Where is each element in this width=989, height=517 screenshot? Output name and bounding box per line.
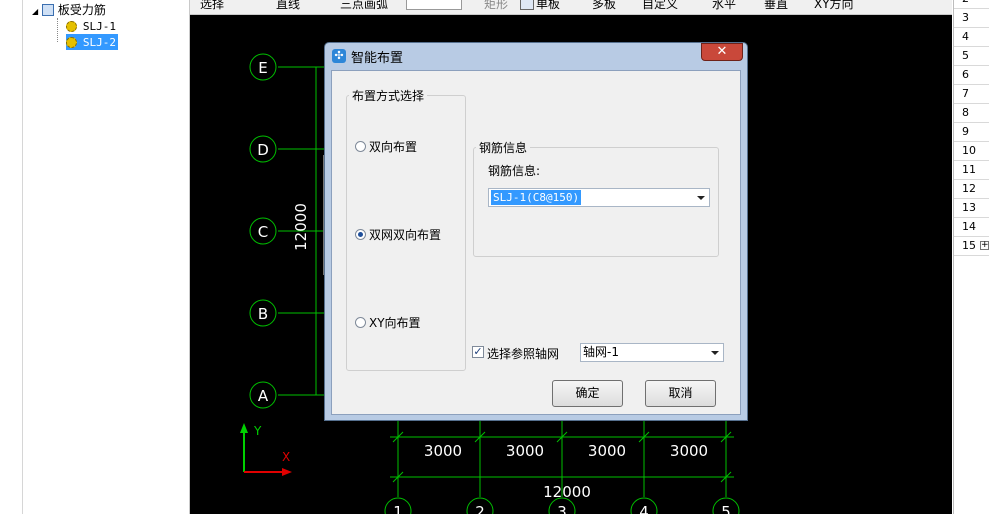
tree-node-root[interactable]: ◢ 板受力筋 xyxy=(32,2,106,18)
ok-button[interactable]: 确定 xyxy=(552,380,623,407)
row-number: 6 xyxy=(954,66,989,85)
axis-label-row: D xyxy=(257,141,269,159)
ref-grid-label[interactable]: 选择参照轴网 xyxy=(487,345,559,362)
axis-label-col: 3 xyxy=(557,503,567,514)
toolbar-line[interactable]: 直线 xyxy=(276,0,300,12)
layout-method-group: 布置方式选择 双向布置 双网双向布置 XY向布置 xyxy=(346,87,466,371)
rebar-category-icon xyxy=(41,4,54,16)
row-number: 3 xyxy=(954,9,989,28)
close-button[interactable]: ✕ xyxy=(701,43,743,61)
radio-bidirectional-label[interactable]: 双向布置 xyxy=(369,138,417,155)
row-number: 7 xyxy=(954,85,989,104)
toolbar-three-point-arc[interactable]: 三点画弧 xyxy=(340,0,388,12)
tree-item-label: SLJ-2 xyxy=(80,36,118,49)
component-tree-panel: ◢ 板受力筋 SLJ-1 SLJ-2 xyxy=(0,0,190,514)
tree-item[interactable]: SLJ-1 xyxy=(66,18,118,34)
dialog-app-icon: ✣ xyxy=(332,49,346,63)
ref-grid-select[interactable]: 轴网-1 xyxy=(580,343,724,362)
collapse-icon[interactable]: ◢ xyxy=(32,7,38,16)
drawing-toolbar: 选择 直线 三点画弧 矩形 单板 多板 自定义 水平 垂直 XY方向 xyxy=(190,0,952,15)
ucs-x-label: X xyxy=(282,450,290,464)
radio-double-mesh[interactable] xyxy=(355,229,366,240)
row-number: 9 xyxy=(954,123,989,142)
rebar-info-value: SLJ-1(C8@150) xyxy=(491,190,582,205)
axis-label-col: 4 xyxy=(639,503,649,514)
radio-xy-direction-label[interactable]: XY向布置 xyxy=(369,314,421,331)
tree-root-label: 板受力筋 xyxy=(57,3,106,17)
row-number-column: 2 3 4 5 6 7 8 9 10 11 12 13 14 15 + xyxy=(953,0,989,514)
row-number: 14 xyxy=(954,218,989,237)
row-number: 4 xyxy=(954,28,989,47)
dialog-title: 智能布置 xyxy=(351,51,404,66)
ucs-y-label: Y xyxy=(253,424,262,438)
axis-label-col: 2 xyxy=(475,503,485,514)
axis-label-row: E xyxy=(258,59,267,77)
toolbar-horizontal[interactable]: 水平 xyxy=(712,0,736,12)
toolbar-xy-direction[interactable]: XY方向 xyxy=(814,0,854,12)
rebar-info-group-title: 钢筋信息 xyxy=(476,139,531,156)
tree-item-selected[interactable]: SLJ-2 xyxy=(66,34,118,50)
span-dimension: 3000 xyxy=(506,442,544,460)
axis-label-col: 5 xyxy=(721,503,731,514)
ucs-icon: Y X xyxy=(240,423,292,476)
span-dimension: 3000 xyxy=(670,442,708,460)
row-number: 8 xyxy=(954,104,989,123)
rebar-info-group: 钢筋信息 钢筋信息: SLJ-1(C8@150) xyxy=(473,139,719,257)
rebar-info-field-label: 钢筋信息: xyxy=(488,164,541,178)
gear-icon xyxy=(66,21,77,32)
toolbar-vertical[interactable]: 垂直 xyxy=(764,0,788,12)
toolbar-single-board[interactable]: 单板 xyxy=(536,0,560,12)
cancel-button[interactable]: 取消 xyxy=(645,380,716,407)
axis-label-row: B xyxy=(258,305,268,323)
toolbar-rect[interactable]: 矩形 xyxy=(484,0,508,12)
row-number: 13 xyxy=(954,199,989,218)
dialog-body: 布置方式选择 双向布置 双网双向布置 XY向布置 钢筋信息 钢筋信息: SLJ-… xyxy=(331,70,741,415)
chevron-down-icon xyxy=(711,351,719,355)
total-width-dimension: 12000 xyxy=(543,483,591,501)
total-height-dimension: 12000 xyxy=(292,203,310,251)
radio-bidirectional[interactable] xyxy=(355,141,366,152)
chevron-down-icon xyxy=(697,196,705,200)
toolbar-custom[interactable]: 自定义 xyxy=(642,0,678,12)
toolbar-select[interactable]: 选择 xyxy=(200,0,224,12)
span-dimension: 3000 xyxy=(588,442,626,460)
row-number: 11 xyxy=(954,161,989,180)
axis-label-row: C xyxy=(258,223,268,241)
toolbar-multi-board[interactable]: 多板 xyxy=(592,0,616,12)
tree-gutter xyxy=(0,0,23,514)
row-number: 12 xyxy=(954,180,989,199)
ref-grid-checkbox[interactable]: ✓ xyxy=(472,346,484,358)
gear-icon xyxy=(66,37,77,48)
tree-item-label: SLJ-1 xyxy=(82,20,116,33)
span-dimension: 3000 xyxy=(424,442,462,460)
axis-label-row: A xyxy=(258,387,269,405)
single-board-icon xyxy=(520,0,534,10)
ref-grid-value: 轴网-1 xyxy=(583,345,619,359)
row-number: 5 xyxy=(954,47,989,66)
axis-label-col: 1 xyxy=(393,503,403,514)
layout-method-group-title: 布置方式选择 xyxy=(349,87,428,104)
radio-double-mesh-label[interactable]: 双网双向布置 xyxy=(369,226,441,243)
row-number: 10 xyxy=(954,142,989,161)
toolbar-dropdown[interactable] xyxy=(406,0,462,10)
smart-layout-dialog: ✣ 智能布置 ✕ 布置方式选择 双向布置 双网双向布置 XY向布置 钢筋信息 钢… xyxy=(324,42,748,421)
row-number: 2 xyxy=(954,0,989,9)
radio-xy-direction[interactable] xyxy=(355,317,366,328)
expand-icon[interactable]: + xyxy=(980,241,989,250)
rebar-info-select[interactable]: SLJ-1(C8@150) xyxy=(488,188,710,207)
